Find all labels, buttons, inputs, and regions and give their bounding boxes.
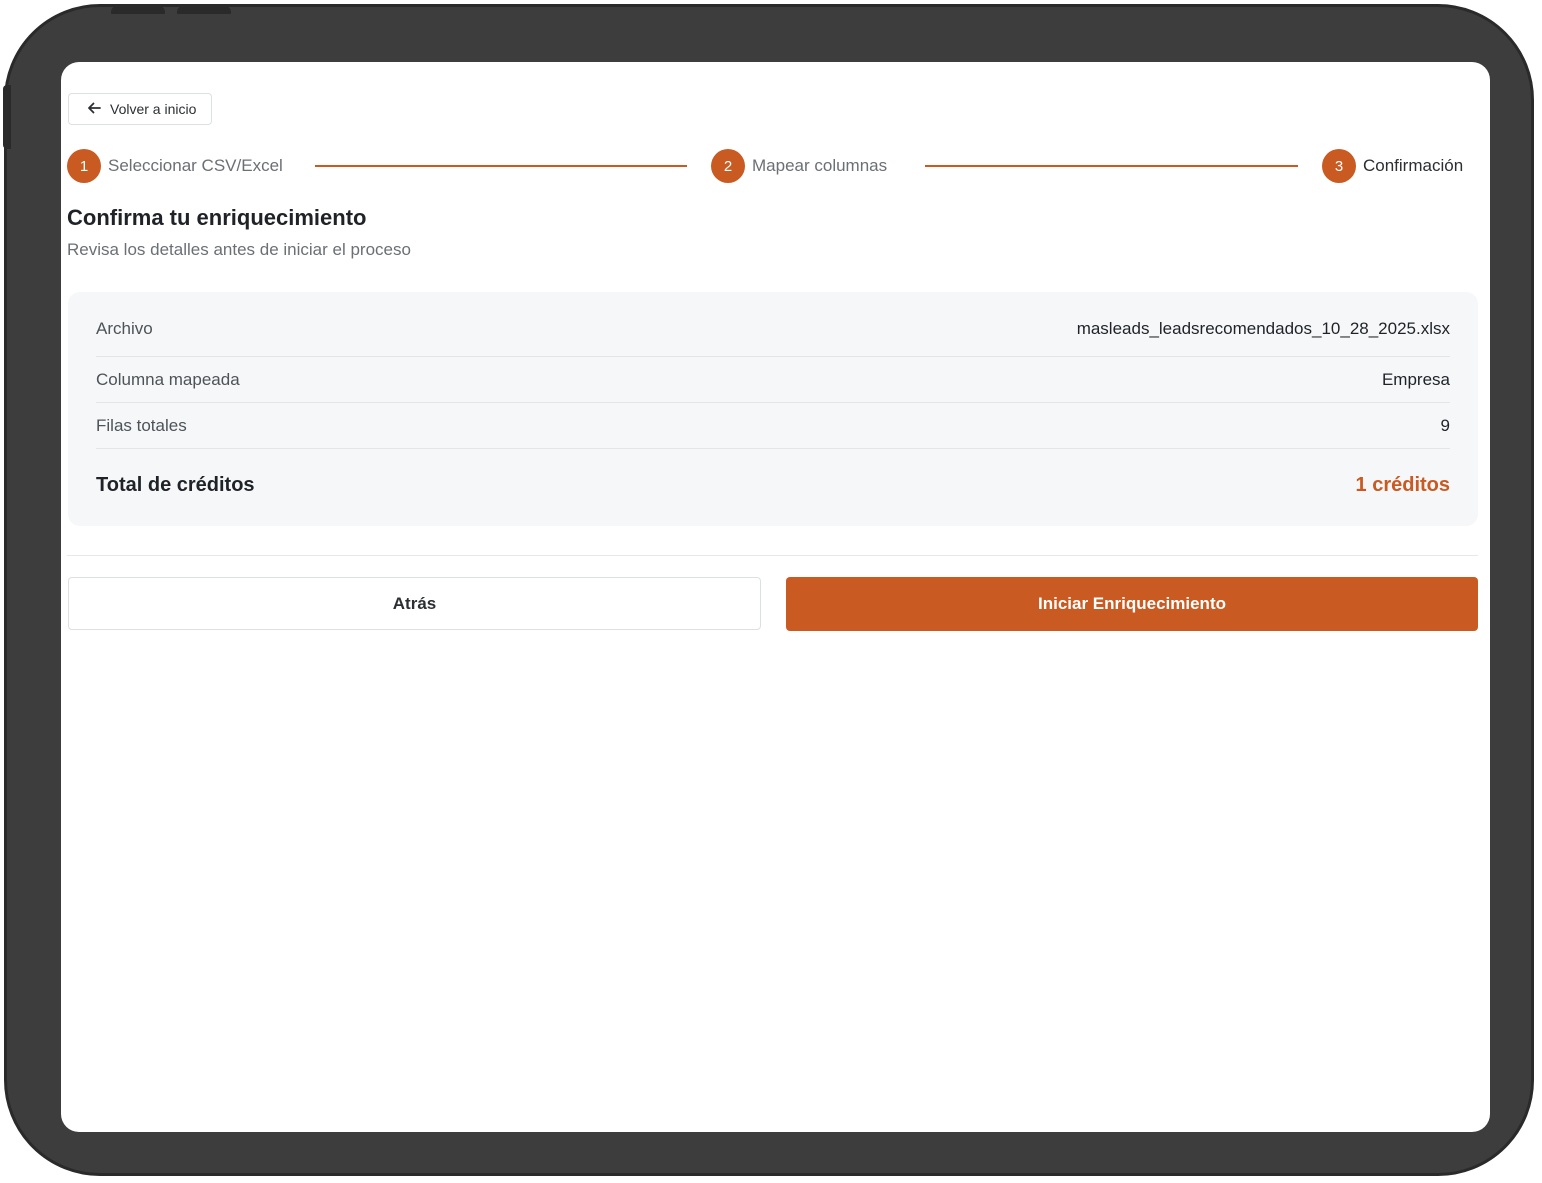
summary-value: Empresa [1381, 369, 1450, 389]
summary-row-file: Archivo masleads_leadsrecomendados_10_28… [96, 292, 1450, 357]
page-title: Confirma tu enriquecimiento [67, 205, 367, 230]
step-map-columns: 2 Mapear columnas [711, 148, 887, 184]
tablet-frame: Volver a inicio 1 Seleccionar CSV/Excel … [3, 4, 1534, 1176]
page-subtitle: Revisa los detalles antes de iniciar el … [67, 240, 411, 259]
summary-value: masleads_leadsrecomendados_10_28_2025.xl… [1076, 319, 1450, 338]
arrow-left-icon [86, 100, 102, 119]
step-connector [925, 165, 1298, 167]
back-to-home-button[interactable]: Volver a inicio [68, 93, 213, 125]
device-button [177, 6, 231, 14]
step-number: 2 [711, 149, 745, 183]
summary-card: Archivo masleads_leadsrecomendados_10_28… [68, 292, 1478, 526]
summary-row-rows: Filas totales 9 [96, 403, 1450, 449]
step-select-file: 1 Seleccionar CSV/Excel [67, 148, 283, 184]
start-enrichment-button[interactable]: Iniciar Enriquecimiento [786, 577, 1478, 631]
step-connector [315, 165, 687, 167]
summary-row-credits: Total de créditos 1 créditos [96, 449, 1450, 521]
summary-label: Columna mapeada [96, 369, 240, 389]
step-label: Seleccionar CSV/Excel [108, 156, 283, 175]
step-number: 1 [67, 149, 101, 183]
step-confirmation: 3 Confirmación [1322, 148, 1463, 184]
stepper: 1 Seleccionar CSV/Excel 2 Mapear columna… [67, 148, 1479, 184]
device-side-button [3, 85, 11, 149]
credits-value: 1 créditos [1355, 473, 1450, 496]
credits-label: Total de créditos [96, 473, 255, 496]
step-label: Confirmación [1363, 156, 1464, 175]
summary-row-column: Columna mapeada Empresa [96, 357, 1450, 403]
device-button [111, 6, 165, 14]
app-screen: Volver a inicio 1 Seleccionar CSV/Excel … [61, 62, 1490, 1132]
summary-label: Filas totales [96, 415, 187, 435]
summary-label: Archivo [96, 319, 153, 338]
step-label: Mapear columnas [752, 156, 888, 175]
back-to-home-label: Volver a inicio [110, 101, 197, 117]
summary-value: 9 [1440, 415, 1450, 435]
step-number: 3 [1322, 149, 1356, 183]
divider [67, 555, 1478, 556]
back-button[interactable]: Atrás [68, 577, 761, 630]
